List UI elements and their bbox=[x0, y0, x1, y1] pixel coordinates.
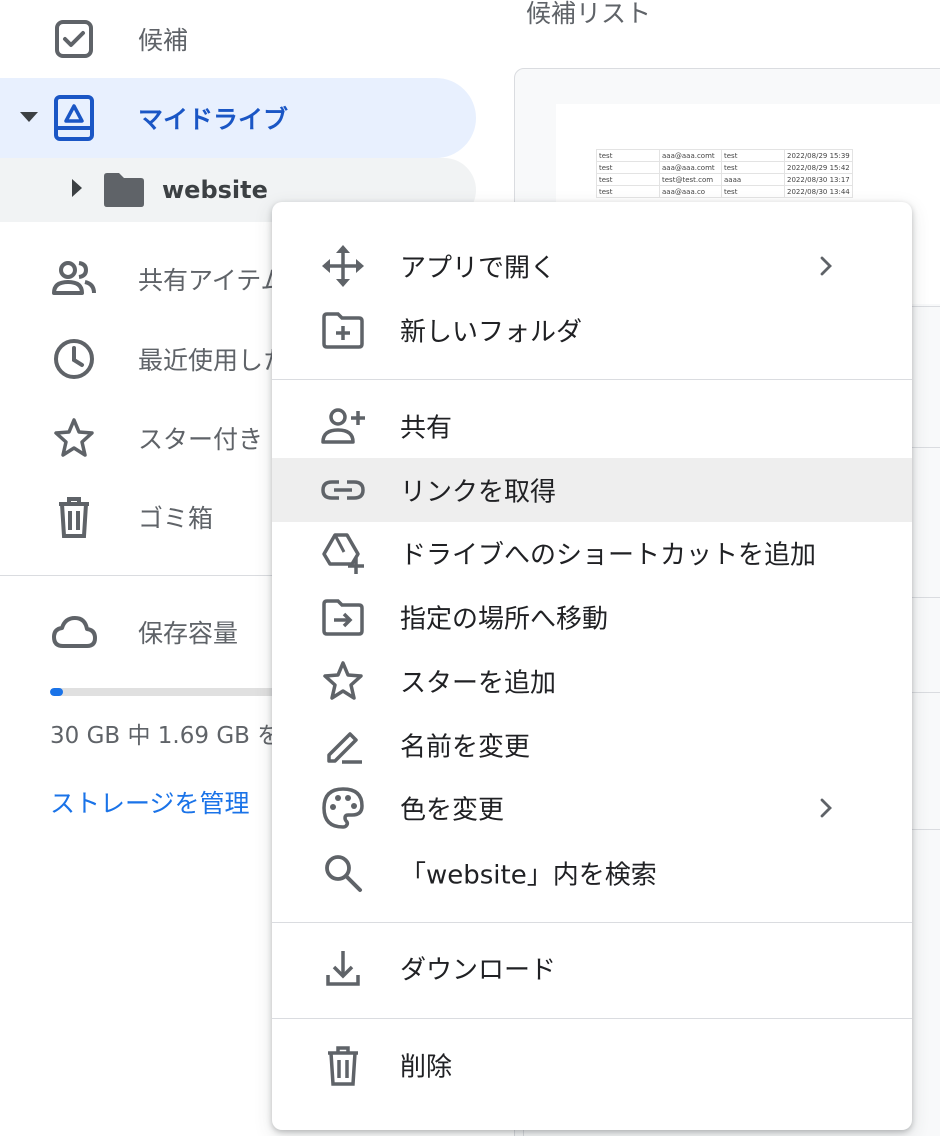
trash-icon bbox=[320, 1042, 366, 1088]
menu-item-change-color[interactable]: 色を変更 bbox=[272, 776, 912, 840]
move-arrows-icon bbox=[320, 243, 366, 289]
trash-icon bbox=[50, 493, 98, 541]
drive-shortcut-icon bbox=[320, 530, 366, 576]
preview-table: test aaa@aaa.comt test 2022/08/29 15:39 test… bbox=[596, 149, 853, 198]
menu-item-share[interactable]: 共有 bbox=[272, 394, 912, 458]
drive-window: 候補 マイドライブ website 共有アイテム 最近使用したアイテム スター付… bbox=[0, 0, 940, 1136]
preview-table-cell: test bbox=[721, 185, 785, 198]
menu-item-label: 色を変更 bbox=[400, 795, 505, 826]
menu-item-new-folder[interactable]: 新しいフォルダ bbox=[272, 298, 912, 362]
preview-table-cell: aaa@aaa.comt bbox=[659, 161, 722, 174]
folder-move-icon bbox=[320, 594, 366, 640]
sidebar-item-label: マイドライブ bbox=[138, 105, 289, 134]
link-icon bbox=[320, 467, 366, 513]
menu-item-label: 指定の場所へ移動 bbox=[400, 604, 609, 635]
preview-table-cell: aaa@aaa.co bbox=[659, 185, 722, 198]
preview-table-cell: 2022/08/30 13:17 bbox=[784, 173, 853, 186]
menu-item-label: 「website」内を検索 bbox=[400, 860, 657, 891]
sidebar-item-candidates[interactable]: 候補 bbox=[0, 0, 476, 78]
menu-item-label: アプリで開く bbox=[400, 253, 557, 284]
menu-item-label: リンクを取得 bbox=[400, 477, 557, 508]
preview-table-cell: test bbox=[721, 161, 785, 174]
clock-icon bbox=[50, 335, 98, 383]
menu-item-label: ドライブへのショートカットを追加 bbox=[400, 540, 817, 571]
people-icon bbox=[50, 255, 98, 303]
menu-item-add-star[interactable]: スターを追加 bbox=[272, 649, 912, 713]
preview-table-cell: test bbox=[596, 173, 660, 186]
menu-item-get-link[interactable]: リンクを取得 bbox=[272, 458, 912, 522]
sidebar-item-label: ゴミ箱 bbox=[138, 504, 214, 533]
menu-item-open-with[interactable]: アプリで開く bbox=[272, 234, 912, 298]
preview-table-cell: test bbox=[596, 149, 660, 162]
download-icon bbox=[320, 945, 366, 991]
preview-table-row: test test@test.com aaaa 2022/08/30 13:17 bbox=[596, 173, 853, 186]
search-icon bbox=[320, 850, 366, 896]
context-menu: アプリで開く 新しいフォルダ 共有 リンクを取得 ドライブへのショートカットを追… bbox=[272, 202, 912, 1130]
menu-divider bbox=[272, 1018, 912, 1019]
preview-table-cell: 2022/08/29 15:42 bbox=[784, 161, 853, 174]
my-drive-icon bbox=[50, 94, 98, 142]
menu-item-label: 名前を変更 bbox=[400, 732, 531, 763]
preview-table-cell: test bbox=[596, 161, 660, 174]
folder-icon bbox=[100, 166, 148, 214]
menu-item-add-shortcut[interactable]: ドライブへのショートカットを追加 bbox=[272, 521, 912, 585]
caret-down-icon[interactable] bbox=[18, 105, 40, 131]
preview-table-cell: aaaa bbox=[721, 173, 785, 186]
menu-item-label: ダウンロード bbox=[400, 955, 557, 986]
storage-progress-bar bbox=[50, 688, 290, 696]
person-add-icon bbox=[320, 403, 366, 449]
preview-table-cell: test@test.com bbox=[659, 173, 722, 186]
new-folder-icon bbox=[320, 307, 366, 353]
menu-item-search-in-folder[interactable]: 「website」内を検索 bbox=[272, 841, 912, 905]
palette-icon bbox=[320, 785, 366, 831]
sidebar-item-label: 保存容量 bbox=[138, 619, 239, 648]
preview-table-cell: aaa@aaa.comt bbox=[659, 149, 722, 162]
preview-table-cell: test bbox=[721, 149, 785, 162]
chevron-right-icon bbox=[812, 252, 840, 280]
storage-progress-fill bbox=[50, 688, 64, 696]
sidebar-item-label: 共有アイテム bbox=[138, 266, 286, 295]
sidebar-item-label: スター付き bbox=[138, 425, 264, 454]
menu-item-move-to[interactable]: 指定の場所へ移動 bbox=[272, 585, 912, 649]
preview-table-cell: test bbox=[596, 185, 660, 198]
pencil-icon bbox=[320, 722, 366, 768]
star-outline-icon bbox=[50, 414, 98, 462]
menu-item-rename[interactable]: 名前を変更 bbox=[272, 713, 912, 777]
menu-item-delete[interactable]: 削除 bbox=[272, 1033, 912, 1097]
checkbox-checked-icon bbox=[50, 15, 98, 63]
menu-divider bbox=[272, 922, 912, 923]
storage-manage-link[interactable]: ストレージを管理 bbox=[50, 784, 250, 820]
preview-table-cell: 2022/08/30 13:44 bbox=[784, 185, 853, 198]
menu-item-download[interactable]: ダウンロード bbox=[272, 936, 912, 1000]
menu-item-label: 新しいフォルダ bbox=[400, 317, 583, 348]
menu-divider bbox=[272, 379, 912, 380]
sidebar-item-label: 候補 bbox=[138, 26, 189, 55]
sidebar-item-my-drive[interactable]: マイドライブ bbox=[0, 78, 476, 158]
cloud-icon bbox=[50, 608, 98, 656]
sidebar-divider bbox=[0, 575, 300, 576]
menu-item-label: スターを追加 bbox=[400, 668, 557, 699]
preview-table-cell: 2022/08/29 15:39 bbox=[784, 149, 853, 162]
chevron-right-icon bbox=[812, 794, 840, 822]
caret-right-icon[interactable] bbox=[70, 178, 84, 202]
preview-table-row: test aaa@aaa.comt test 2022/08/29 15:39 bbox=[596, 149, 853, 162]
preview-table-row: test aaa@aaa.co test 2022/08/30 13:44 bbox=[596, 185, 853, 198]
sidebar-item-label: website bbox=[162, 176, 268, 204]
section-title: 候補リスト bbox=[526, 0, 652, 28]
menu-item-label: 削除 bbox=[400, 1052, 453, 1083]
menu-item-label: 共有 bbox=[400, 413, 453, 444]
star-outline-icon bbox=[320, 658, 366, 704]
preview-table-row: test aaa@aaa.comt test 2022/08/29 15:42 bbox=[596, 161, 853, 174]
